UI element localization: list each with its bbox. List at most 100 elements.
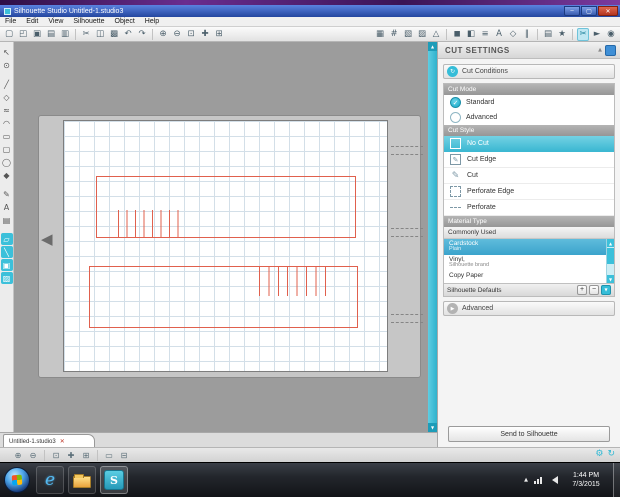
minimize-button[interactable]: – — [564, 6, 580, 16]
menu-file[interactable]: File — [0, 18, 21, 25]
rounded-rectangle-tool-icon[interactable]: ▢ — [1, 143, 13, 155]
regular-polygon-tool-icon[interactable]: ◆ — [1, 169, 13, 181]
undo-icon[interactable]: ↶ — [122, 28, 134, 41]
panel-dock-icon[interactable] — [605, 45, 616, 56]
sync-icon[interactable]: ↻ — [607, 449, 615, 459]
silhouette-cloud-icon[interactable]: ◉ — [605, 28, 617, 41]
canvas-area[interactable]: ◀ — [14, 42, 428, 432]
tray-expand-icon[interactable]: ▲ — [524, 477, 528, 483]
freehand-tool-icon[interactable]: ✎ — [1, 188, 13, 200]
align-icon[interactable]: ∥ — [521, 28, 533, 41]
expand-advanced-icon[interactable]: ▶ — [447, 303, 458, 314]
line-color-icon[interactable]: ◧ — [465, 28, 477, 41]
material-scrollbar[interactable]: ▲ ▼ — [606, 239, 614, 283]
add-material-button[interactable]: + — [577, 285, 587, 295]
print-icon[interactable]: ▥ — [59, 28, 71, 41]
zoom-in-icon[interactable]: ⊕ — [157, 28, 169, 41]
pan-icon[interactable]: ✚ — [199, 28, 211, 41]
vertical-scrollbar[interactable]: ▲ ▼ — [428, 42, 437, 432]
text-style-icon[interactable]: A — [493, 28, 505, 41]
select-tool-icon[interactable]: ↖ — [1, 46, 13, 58]
menu-object[interactable]: Object — [110, 18, 140, 25]
material-group-dropdown[interactable]: Commonly Used — [444, 227, 614, 239]
maximize-button[interactable]: ▢ — [581, 6, 597, 16]
knife-tool-icon[interactable]: ╲ — [0, 246, 13, 258]
material-cardstock[interactable]: Cardstock Plain — [444, 239, 614, 255]
tab-close-icon[interactable]: ✕ — [60, 438, 65, 445]
registration-marks-icon[interactable]: # — [388, 28, 400, 41]
cut-settings-icon[interactable]: ✂ — [577, 27, 589, 41]
cut-style-perforate[interactable]: Perforate — [444, 200, 614, 216]
document-tab[interactable]: Untitled-1.studio3 ✕ — [3, 434, 95, 448]
cut-icon[interactable]: ✂ — [80, 28, 92, 41]
cut-style-cut-edge[interactable]: ✎ Cut Edge — [444, 152, 614, 168]
transform-icon[interactable]: ◇ — [507, 28, 519, 41]
new-document-icon[interactable]: ▢ — [3, 28, 15, 41]
menu-silhouette[interactable]: Silhouette — [68, 18, 109, 25]
network-icon[interactable] — [534, 476, 542, 484]
material-copy-paper[interactable]: Copy Paper — [444, 271, 614, 283]
copy-icon[interactable]: ◫ — [94, 28, 106, 41]
menu-help[interactable]: Help — [140, 18, 164, 25]
library-icon[interactable]: ▤ — [542, 28, 554, 41]
taskbar-file-explorer[interactable] — [68, 466, 96, 494]
volume-icon[interactable] — [548, 476, 558, 484]
layers-panel-icon[interactable]: ▨ — [0, 272, 13, 284]
zoom-out-icon[interactable]: ⊖ — [171, 28, 183, 41]
pixscan-icon[interactable]: ▧ — [402, 28, 414, 41]
reset-conditions-icon[interactable]: ↻ — [447, 66, 458, 77]
scroll-up-icon[interactable]: ▲ — [428, 42, 437, 51]
taskbar-internet-explorer[interactable]: e — [36, 466, 64, 494]
start-button[interactable] — [4, 467, 30, 493]
design-tab-cuts-top[interactable] — [118, 210, 186, 238]
scroll-up-icon[interactable]: ▲ — [607, 239, 614, 247]
trace-icon[interactable]: △ — [430, 28, 442, 41]
eraser-tool-icon[interactable]: ▱ — [0, 233, 13, 245]
redo-icon[interactable]: ↷ — [136, 28, 148, 41]
design-store-icon[interactable]: ★ — [556, 28, 568, 41]
cut-style-perforate-edge[interactable]: Perforate Edge — [444, 184, 614, 200]
fill-panel-icon[interactable]: ▣ — [0, 259, 13, 271]
fit-page-icon[interactable]: ⊞ — [213, 28, 225, 41]
pan-icon[interactable]: ✚ — [65, 449, 77, 461]
fit-page-icon[interactable]: ⊞ — [80, 449, 92, 461]
cut-style-cut[interactable]: ✎ Cut — [444, 168, 614, 184]
menu-view[interactable]: View — [43, 18, 68, 25]
scrollbar-thumb[interactable] — [607, 248, 614, 264]
scroll-down-icon[interactable]: ▼ — [607, 275, 614, 283]
text-tool-icon[interactable]: A — [1, 201, 13, 213]
fill-color-icon[interactable]: ◼ — [451, 28, 463, 41]
title-bar[interactable]: Silhouette Studio Untitled-1.studio3 – ▢… — [0, 5, 620, 17]
arc-tool-icon[interactable]: ◠ — [1, 117, 13, 129]
menu-edit[interactable]: Edit — [21, 18, 43, 25]
design-page[interactable] — [63, 120, 388, 372]
taskbar-silhouette-studio[interactable]: S — [100, 466, 128, 494]
line-tool-icon[interactable]: ╱ — [1, 78, 13, 90]
rectangle-tool-icon[interactable]: ▭ — [1, 130, 13, 142]
scroll-down-icon[interactable]: ▼ — [428, 423, 437, 432]
zoom-in-icon[interactable]: ⊕ — [12, 449, 24, 461]
ellipse-tool-icon[interactable]: ◯ — [1, 156, 13, 168]
ruler-icon[interactable]: ▭ — [103, 449, 115, 461]
note-tool-icon[interactable]: ▤ — [1, 214, 13, 226]
remove-material-button[interactable]: − — [589, 285, 599, 295]
advanced-section-bar[interactable]: ▶ Advanced — [443, 301, 615, 316]
cut-conditions-bar[interactable]: ↻ Cut Conditions — [443, 64, 615, 79]
send-to-silhouette-button[interactable]: Send to Silhouette — [448, 426, 610, 442]
page-settings-icon[interactable]: ▦ — [374, 28, 386, 41]
design-tab-cuts-bottom[interactable] — [259, 266, 334, 296]
radio-checked-icon[interactable]: ✓ — [450, 97, 461, 108]
panel-collapse-icon[interactable]: ▲ — [598, 47, 602, 53]
cut-mode-advanced[interactable]: Advanced — [444, 110, 614, 125]
zoom-selection-icon[interactable]: ⊡ — [185, 28, 197, 41]
radio-unchecked-icon[interactable] — [450, 112, 461, 123]
paste-icon[interactable]: ▩ — [108, 28, 120, 41]
open-icon[interactable]: ◰ — [17, 28, 29, 41]
send-to-silhouette-icon[interactable]: ► — [591, 28, 603, 41]
material-vinyl[interactable]: Vinyl, Silhouette brand — [444, 255, 614, 271]
zoom-out-icon[interactable]: ⊖ — [27, 449, 39, 461]
point-edit-tool-icon[interactable]: ⊙ — [1, 59, 13, 71]
line-style-icon[interactable]: ≡ — [479, 28, 491, 41]
save-icon[interactable]: ▣ — [31, 28, 43, 41]
polygon-tool-icon[interactable]: ◇ — [1, 91, 13, 103]
